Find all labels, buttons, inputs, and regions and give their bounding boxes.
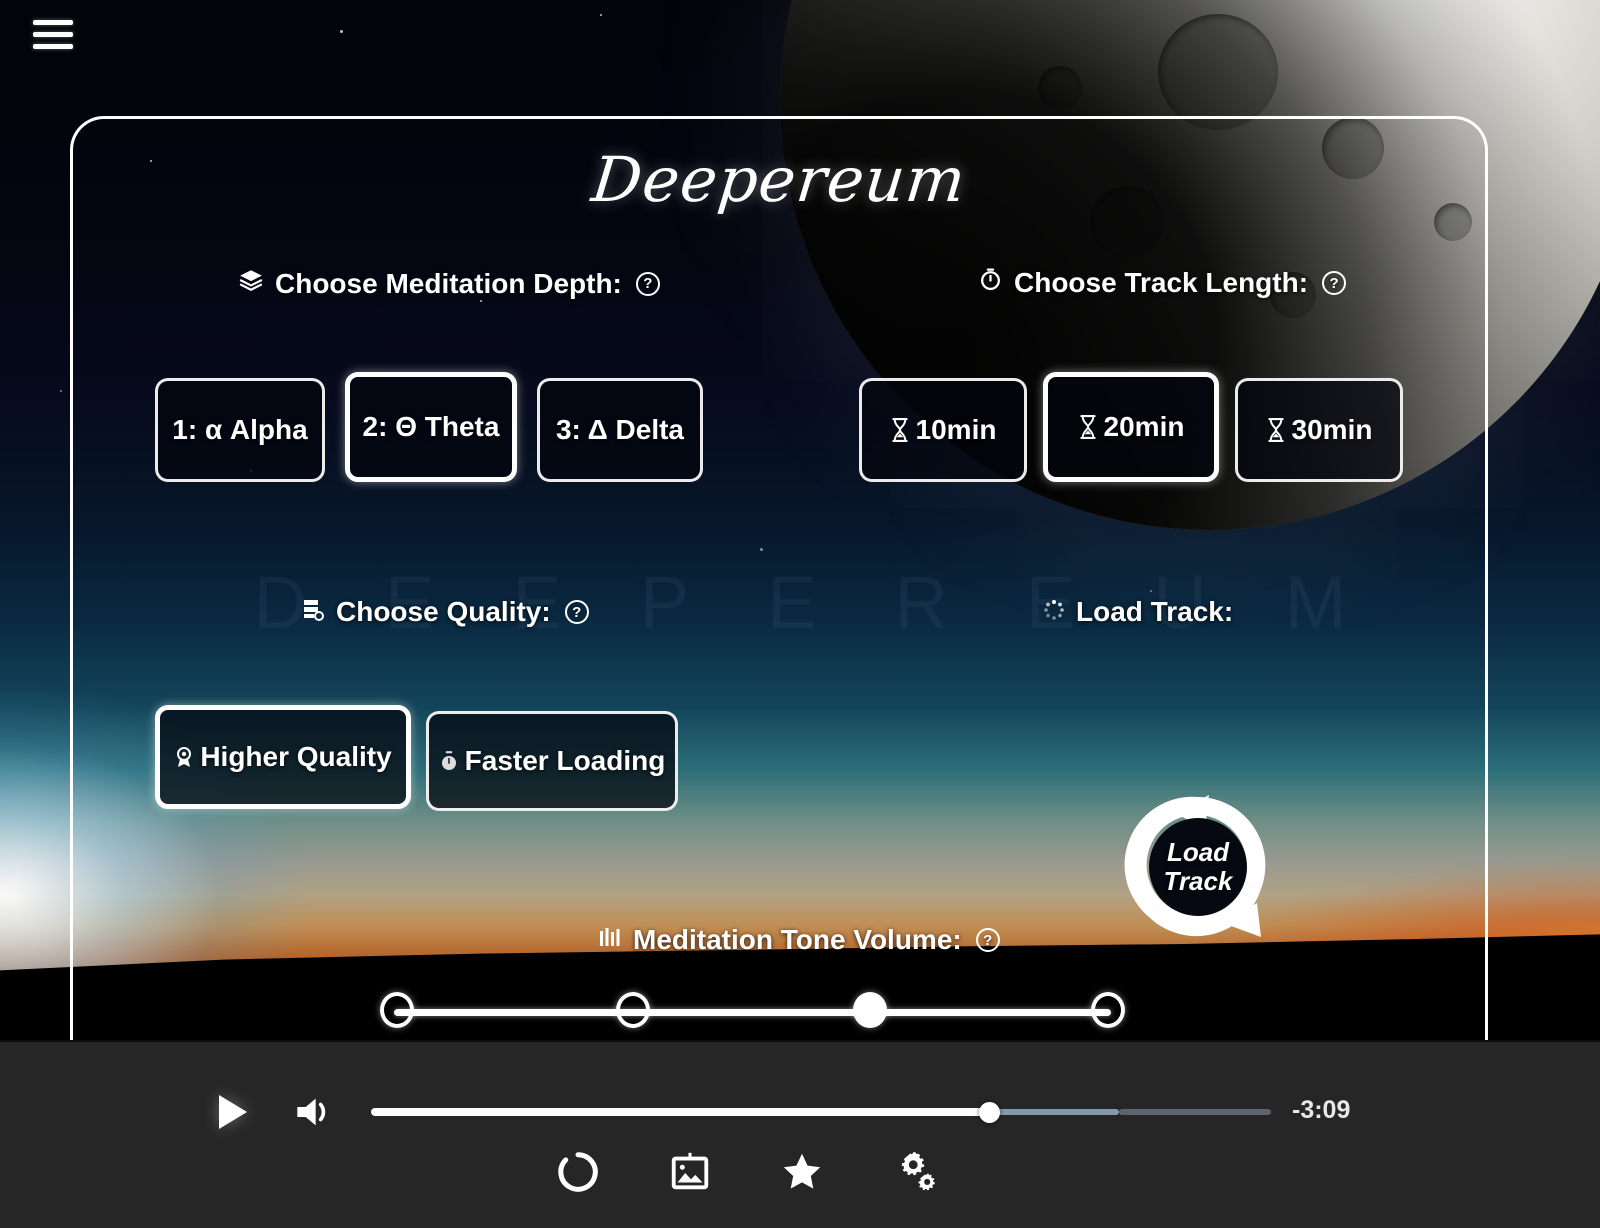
length-option-30min-label: 30min bbox=[1291, 414, 1373, 445]
meditation-depth-options: 1: α Alpha 2: Θ Theta 3: Δ Delta bbox=[155, 369, 703, 482]
rosette-icon bbox=[174, 746, 194, 768]
quality-options: Higher Quality Faster Loading bbox=[155, 705, 678, 811]
player-icon-row bbox=[0, 1142, 1600, 1202]
menu-icon[interactable] bbox=[1002, 1148, 1046, 1196]
hourglass-icon bbox=[1078, 415, 1098, 439]
stopwatch-icon bbox=[439, 750, 459, 772]
seek-buffered-near bbox=[989, 1109, 1119, 1115]
length-option-30min[interactable]: 30min bbox=[1235, 378, 1403, 482]
quality-label-text: Choose Quality: bbox=[336, 596, 551, 627]
star-icon[interactable] bbox=[778, 1148, 826, 1196]
server-icon bbox=[301, 596, 325, 628]
meditation-depth-help-icon[interactable]: ? bbox=[635, 271, 660, 296]
track-length-label-text: Choose Track Length: bbox=[1014, 267, 1309, 298]
length-option-20min[interactable]: 20min bbox=[1043, 372, 1219, 482]
layers-icon bbox=[238, 267, 264, 300]
meditation-depth-label: Choose Meditation Depth: ? bbox=[238, 267, 660, 300]
depth-option-theta[interactable]: 2: Θ Theta bbox=[345, 372, 517, 482]
track-length-options: 10min 20min 30min bbox=[859, 369, 1403, 482]
load-track-label: Load Track: bbox=[1043, 596, 1233, 628]
depth-option-delta-label: 3: Δ Delta bbox=[555, 414, 684, 445]
hamburger-menu-icon[interactable] bbox=[33, 20, 73, 56]
speaker-icon[interactable] bbox=[292, 1092, 336, 1132]
length-option-10min-label: 10min bbox=[915, 414, 997, 445]
seek-thumb[interactable] bbox=[979, 1102, 1000, 1123]
loop-icon[interactable] bbox=[554, 1148, 602, 1196]
seek-played bbox=[371, 1108, 989, 1116]
stopwatch-icon bbox=[978, 267, 1003, 299]
depth-option-alpha-label: 1: α Alpha bbox=[172, 414, 308, 445]
load-track-label-text: Load Track: bbox=[1076, 596, 1234, 627]
load-track-button[interactable]: Load Track bbox=[1113, 777, 1283, 957]
play-icon[interactable] bbox=[215, 1092, 253, 1132]
tone-volume-label: Meditation Tone Volume: ? bbox=[598, 924, 1000, 956]
quality-option-faster-loading-label: Faster Loading bbox=[464, 745, 666, 776]
tone-volume-label-text: Meditation Tone Volume: bbox=[633, 924, 962, 955]
quality-label: Choose Quality: ? bbox=[301, 596, 589, 628]
depth-option-delta[interactable]: 3: Δ Delta bbox=[537, 378, 703, 482]
seek-buffered-far bbox=[1119, 1109, 1271, 1115]
time-remaining: -3:09 bbox=[1292, 1096, 1351, 1124]
main-panel: Deepereum Choose Meditation Depth: ? 1: … bbox=[70, 116, 1488, 1040]
tone-volume-help-icon[interactable]: ? bbox=[975, 928, 1000, 952]
refresh-circle-icon bbox=[1124, 795, 1266, 937]
quality-option-higher-quality[interactable]: Higher Quality bbox=[155, 705, 411, 809]
equalizer-bars-icon bbox=[598, 924, 622, 956]
length-option-10min[interactable]: 10min bbox=[859, 378, 1027, 482]
length-option-20min-label: 20min bbox=[1103, 411, 1185, 442]
track-length-help-icon[interactable]: ? bbox=[1322, 271, 1347, 295]
quality-help-icon[interactable]: ? bbox=[564, 600, 589, 624]
quality-option-higher-quality-label: Higher Quality bbox=[200, 741, 392, 772]
depth-option-alpha[interactable]: 1: α Alpha bbox=[155, 378, 325, 482]
hourglass-icon bbox=[890, 418, 910, 442]
meditation-depth-label-text: Choose Meditation Depth: bbox=[275, 267, 622, 299]
spinner-dots-icon bbox=[1043, 596, 1065, 628]
track-length-label: Choose Track Length: ? bbox=[978, 267, 1347, 299]
seek-bar[interactable] bbox=[371, 1102, 1271, 1123]
gallery-icon[interactable] bbox=[666, 1148, 714, 1196]
quality-option-faster-loading[interactable]: Faster Loading bbox=[426, 711, 678, 811]
page-title: Deepereum bbox=[588, 143, 970, 216]
settings-gears-icon[interactable] bbox=[890, 1148, 938, 1196]
depth-option-theta-label: 2: Θ Theta bbox=[362, 411, 500, 442]
hourglass-icon bbox=[1266, 418, 1286, 442]
